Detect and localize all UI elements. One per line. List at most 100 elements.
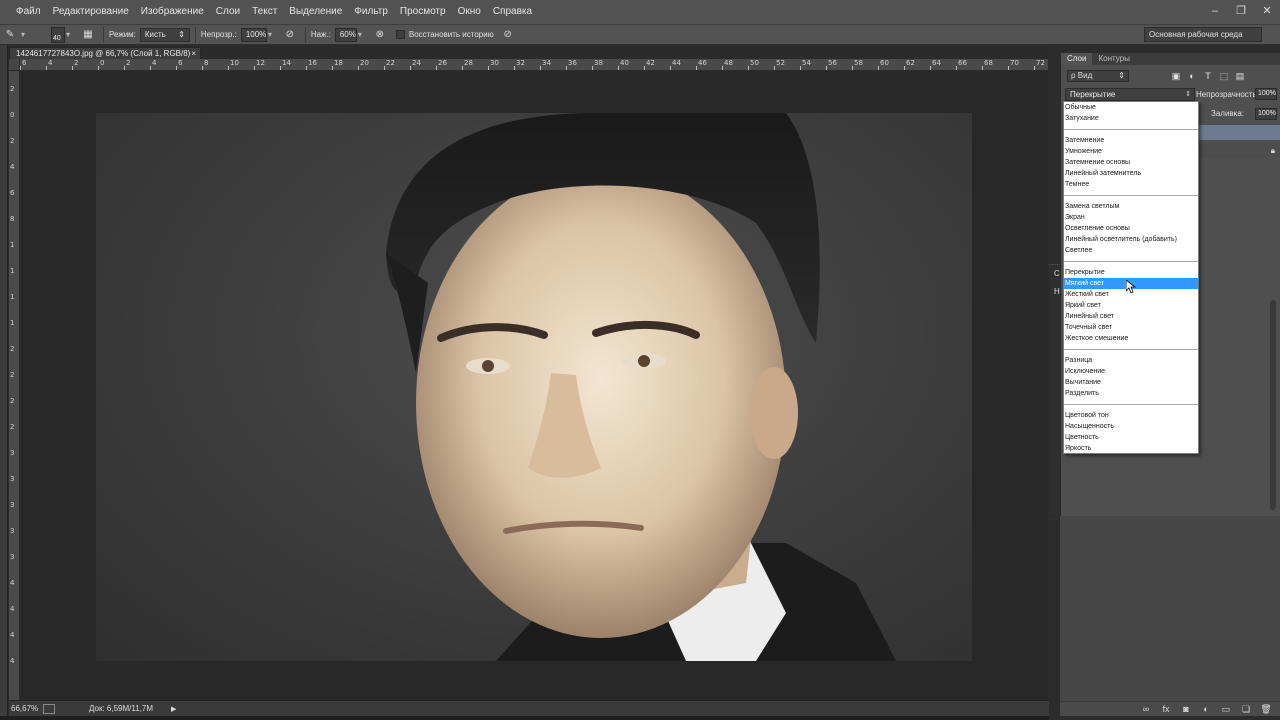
opacity-field[interactable]: 100% — [240, 27, 267, 42]
blend-mode-option[interactable]: Вычитание — [1064, 377, 1198, 388]
blend-mode-option[interactable]: Точечный свет — [1064, 322, 1198, 333]
layer-fill-field[interactable]: 100% — [1255, 108, 1277, 120]
blend-mode-option[interactable]: Исключение — [1064, 366, 1198, 377]
layer-row-selected[interactable] — [1199, 125, 1280, 140]
brush-picker-chevron-icon[interactable]: ▾ — [66, 28, 74, 42]
ruler-tick-label: 24 — [412, 59, 421, 67]
add-mask-icon[interactable]: ◙ — [1180, 703, 1192, 715]
menu-item[interactable]: Фильтр — [348, 0, 394, 24]
blend-mode-option[interactable]: Затемнение — [1064, 135, 1198, 146]
ruler-tick-label: 70 — [1010, 59, 1019, 67]
blend-mode-option[interactable]: Светлее — [1064, 245, 1198, 256]
type-filter-icon[interactable]: T — [1203, 71, 1213, 81]
pressure-opacity-icon[interactable]: ⊘ — [283, 28, 297, 42]
blend-mode-option[interactable]: Цветность — [1064, 432, 1198, 443]
blend-mode-option[interactable]: Яркий свет — [1064, 300, 1198, 311]
close-icon[interactable]: ✕ — [1260, 4, 1274, 18]
blend-mode-option[interactable]: Линейный свет — [1064, 311, 1198, 322]
zoom-value[interactable]: 66,67% — [9, 704, 38, 713]
blend-mode-option[interactable]: Обычные — [1064, 102, 1198, 113]
ruler-tick — [306, 66, 307, 70]
new-layer-icon[interactable]: ❏ — [1240, 703, 1252, 715]
menu-item[interactable]: Текст — [246, 0, 283, 24]
blend-mode-option[interactable]: Умножение — [1064, 146, 1198, 157]
ruler-tick-label: 2 — [10, 371, 15, 379]
airbrush-icon[interactable]: ⊗ — [373, 28, 387, 42]
tool-preset-chevron-icon[interactable]: ▾ — [21, 28, 29, 42]
brush-size-picker[interactable]: 40 — [51, 26, 65, 43]
ruler-origin[interactable] — [9, 59, 20, 71]
brush-panel-icon[interactable]: ▦ — [81, 28, 95, 42]
document-image[interactable] — [96, 113, 972, 661]
layer-style-icon[interactable]: fx — [1160, 703, 1172, 715]
menu-item[interactable]: Файл — [10, 0, 47, 24]
workspace-select[interactable]: Основная рабочая среда — [1144, 27, 1262, 42]
restore-icon[interactable]: ❐ — [1234, 4, 1248, 18]
ruler-tick-label: 2 — [10, 137, 15, 145]
menu-item[interactable]: Выделение — [283, 0, 348, 24]
ruler-tick-label: 50 — [750, 59, 759, 67]
blend-mode-option[interactable]: Насыщенность — [1064, 421, 1198, 432]
pressure-size-icon[interactable]: ⊘ — [501, 28, 515, 42]
blend-mode-option[interactable]: Линейный затемнитель — [1064, 168, 1198, 179]
blend-mode-option[interactable]: Яркость — [1064, 443, 1198, 454]
document-tab-close-icon[interactable]: × — [191, 48, 196, 59]
pixel-filter-icon[interactable]: ▣ — [1171, 71, 1181, 81]
blend-mode-option[interactable]: Разница — [1064, 355, 1198, 366]
blend-mode-select[interactable]: Перекрытие ⇕ — [1065, 88, 1195, 101]
status-menu-arrow-icon[interactable]: ▶ — [171, 705, 176, 713]
opacity-slider-chevron-icon[interactable]: ▾ — [268, 28, 276, 42]
ruler-tick-label: 20 — [360, 59, 369, 67]
mode-select[interactable]: Кисть ⇕ — [139, 27, 190, 42]
flow-slider-chevron-icon[interactable]: ▾ — [358, 28, 366, 42]
menu-item[interactable]: Слои — [210, 0, 246, 24]
blend-mode-option[interactable]: Темнее — [1064, 179, 1198, 190]
blend-mode-option[interactable]: Линейный осветлитель (добавить) — [1064, 234, 1198, 245]
ruler-vertical[interactable]: 2 0 2 4 6 8 1 1 1 1 2 2 2 2 3 3 3 3 3 4 4 4 4 — [9, 59, 20, 700]
restore-history-checkbox[interactable] — [395, 30, 405, 39]
ruler-tick — [358, 66, 359, 70]
navigator-icon[interactable] — [43, 703, 55, 714]
tools-panel[interactable] — [0, 45, 8, 720]
mode-label: Режим: — [109, 30, 136, 39]
brush-tool-icon[interactable]: ✎ — [3, 28, 17, 42]
blend-mode-option[interactable]: Затемнение основы — [1064, 157, 1198, 168]
ruler-tick — [72, 66, 73, 70]
tab-paths[interactable]: Контуры — [1092, 53, 1135, 65]
layer-opacity-field[interactable]: 100% — [1255, 88, 1277, 100]
blend-mode-option[interactable]: Затухание — [1064, 113, 1198, 124]
ruler-tick-label: 64 — [932, 59, 941, 67]
adjustment-layer-icon[interactable]: ◐ — [1200, 703, 1212, 715]
layer-row-background[interactable]: 🔒︎ — [1199, 143, 1280, 158]
minimize-icon[interactable]: – — [1208, 4, 1222, 18]
blend-mode-option[interactable]: Перекрытие — [1064, 267, 1198, 278]
ruler-horizontal[interactable]: 6 4 2 0 2 4 6 8 10 12 14 16 18 20 22 24 26 28 30 32 34 36 38 40… — [20, 59, 1048, 71]
blend-mode-option[interactable]: Замена светлым — [1064, 201, 1198, 212]
delete-layer-icon[interactable]: 🗑︎ — [1260, 703, 1272, 715]
ruler-tick — [332, 66, 333, 70]
ruler-tick — [722, 66, 723, 70]
blend-mode-option[interactable]: Жесткое смешение — [1064, 333, 1198, 344]
blend-mode-option[interactable]: Разделить — [1064, 388, 1198, 399]
chevron-icon: ⇕ — [178, 29, 185, 39]
menu-item[interactable]: Справка — [487, 0, 538, 24]
panel-scrollbar[interactable] — [1270, 300, 1276, 510]
new-group-icon[interactable]: ▭ — [1220, 703, 1232, 715]
menu-item[interactable]: Окно — [452, 0, 487, 24]
blend-mode-option[interactable]: Осветление основы — [1064, 223, 1198, 234]
shape-filter-icon[interactable]: ⬚ — [1219, 71, 1229, 81]
tab-layers[interactable]: Слои — [1061, 53, 1093, 65]
document-tab[interactable]: 1424617727843O.jpg @ 66,7% (Слой 1, RGB/… — [9, 47, 201, 69]
smart-object-filter-icon[interactable]: ▤ — [1235, 71, 1245, 81]
canvas-area[interactable] — [21, 71, 1048, 700]
menu-item[interactable]: Просмотр — [394, 0, 452, 24]
menu-item[interactable]: Редактирование — [47, 0, 135, 24]
flow-field[interactable]: 60% — [334, 27, 357, 42]
adjustment-filter-icon[interactable]: ◐ — [1187, 71, 1197, 81]
blend-mode-option[interactable]: Цветовой тон — [1064, 410, 1198, 421]
ruler-tick-label: 58 — [854, 59, 863, 67]
menu-item[interactable]: Изображение — [135, 0, 210, 24]
blend-mode-option[interactable]: Экран — [1064, 212, 1198, 223]
link-layers-icon[interactable]: ∞ — [1140, 703, 1152, 715]
layer-filter-select[interactable]: ρ Вид ⇕ — [1067, 70, 1129, 82]
